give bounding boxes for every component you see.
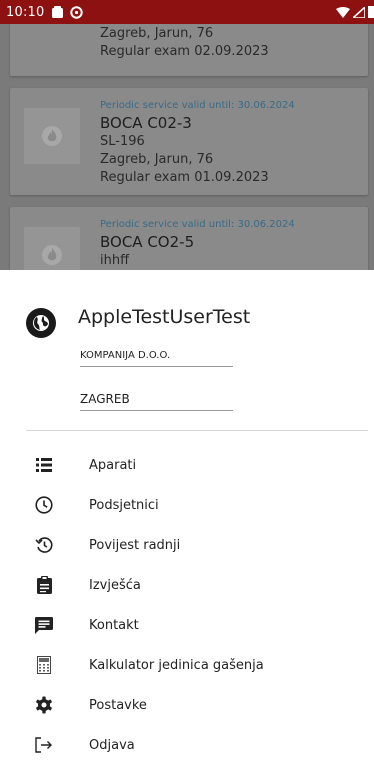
city-field: ZAGREB bbox=[80, 388, 233, 411]
gear-icon bbox=[34, 695, 54, 715]
menu-label: Kalkulator jedinica gašenja bbox=[89, 657, 264, 673]
menu-label: Izvješća bbox=[89, 577, 141, 593]
chat-icon bbox=[34, 615, 54, 635]
sync-icon bbox=[70, 5, 84, 19]
menu-item-podsjetnici[interactable]: Podsjetnici bbox=[0, 485, 374, 525]
background-list: Zagreb, Jarun, 76 Regular exam 02.09.202… bbox=[0, 24, 374, 270]
card-code: ihhff bbox=[100, 253, 130, 268]
device-card[interactable]: Zagreb, Jarun, 76 Regular exam 02.09.202… bbox=[10, 24, 368, 76]
menu-label: Odjava bbox=[89, 737, 135, 753]
card-valid-until: Periodic service valid until: 30.06.2024 bbox=[100, 100, 295, 111]
logout-icon bbox=[34, 735, 54, 755]
card-exam: Regular exam 01.09.2023 bbox=[100, 170, 269, 185]
card-exam: Regular exam 02.09.2023 bbox=[100, 44, 269, 59]
menu-label: Kontakt bbox=[89, 617, 139, 633]
calculator-icon bbox=[34, 655, 54, 675]
status-bar: 10:10 bbox=[0, 0, 374, 24]
status-right-icons bbox=[336, 0, 374, 24]
flame-icon bbox=[42, 126, 62, 146]
card-name: BOCA CO2-5 bbox=[100, 233, 195, 251]
card-address: Zagreb, Jarun, 76 bbox=[100, 152, 214, 167]
extinguisher-thumbnail bbox=[24, 227, 80, 270]
username: AppleTestUserTest bbox=[78, 306, 251, 328]
status-icons bbox=[52, 5, 84, 19]
menu-item-izvjesca[interactable]: Izvješća bbox=[0, 565, 374, 605]
status-time: 10:10 bbox=[6, 4, 45, 20]
battery-icon bbox=[368, 6, 374, 18]
company-field: KOMPANIJA D.O.O. bbox=[80, 346, 233, 367]
clipboard-icon bbox=[34, 575, 54, 595]
menu-item-kalkulator[interactable]: Kalkulator jedinica gašenja bbox=[0, 645, 374, 685]
card-address: Zagreb, Jarun, 76 bbox=[100, 26, 214, 41]
extinguisher-thumbnail bbox=[24, 108, 80, 164]
device-card[interactable]: Periodic service valid until: 30.06.2024… bbox=[10, 207, 368, 270]
wifi-icon bbox=[336, 6, 350, 18]
divider bbox=[26, 430, 368, 431]
menu-item-postavke[interactable]: Postavke bbox=[0, 685, 374, 725]
clock-icon bbox=[34, 495, 54, 515]
card-valid-until: Periodic service valid until: 30.06.2024 bbox=[100, 219, 295, 230]
menu-label: Postavke bbox=[89, 697, 147, 713]
card-code: SL-196 bbox=[100, 134, 145, 149]
menu-item-kontakt[interactable]: Kontakt bbox=[0, 605, 374, 645]
menu-label: Podsjetnici bbox=[89, 497, 159, 513]
card-name: BOCA C02-3 bbox=[100, 114, 192, 132]
globe-icon bbox=[26, 308, 56, 338]
notification-icon bbox=[52, 6, 64, 18]
flame-icon bbox=[42, 245, 62, 265]
menu-label: Povijest radnji bbox=[89, 537, 181, 553]
device-card[interactable]: Periodic service valid until: 30.06.2024… bbox=[10, 88, 368, 195]
menu-item-povijest-radnji[interactable]: Povijest radnji bbox=[0, 525, 374, 565]
menu-item-aparati[interactable]: Aparati bbox=[0, 445, 374, 485]
navigation-drawer: AppleTestUserTest KOMPANIJA D.O.O. ZAGRE… bbox=[0, 270, 374, 771]
list-icon bbox=[34, 455, 54, 475]
menu-item-odjava[interactable]: Odjava bbox=[0, 725, 374, 765]
menu-label: Aparati bbox=[89, 457, 137, 473]
signal-icon bbox=[353, 6, 365, 18]
history-icon bbox=[34, 535, 54, 555]
